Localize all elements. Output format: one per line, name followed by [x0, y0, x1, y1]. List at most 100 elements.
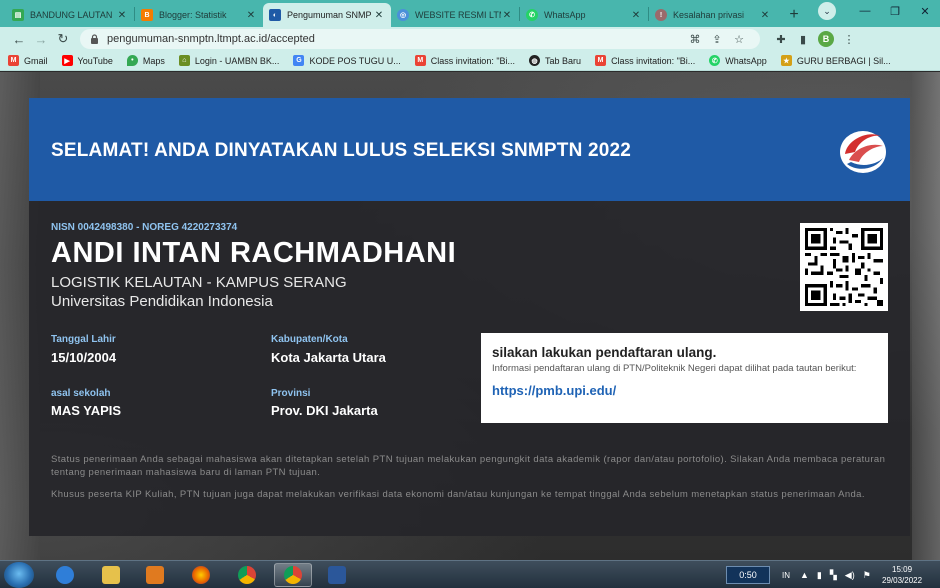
tab-strip: ▤ BANDUNG LAUTAN ✕ B Blogger: Statistik …	[0, 0, 940, 27]
green-sheet-icon: ▤	[12, 9, 24, 21]
address-bar[interactable]: pengumuman-snmptn.ltmpt.ac.id/accepted ⌘…	[80, 29, 760, 49]
result-banner: SELAMAT! ANDA DINYATAKAN LULUS SELEKSI S…	[29, 98, 910, 201]
student-name: ANDI INTAN RACHMADHANI	[51, 237, 457, 269]
bookmark-whatsapp[interactable]: ✆ WhatsApp	[709, 55, 767, 66]
maximize-button[interactable]: ❐	[880, 5, 910, 18]
tab-search-icon[interactable]: ⌄	[818, 2, 836, 20]
tab-3[interactable]: ◎ WEBSITE RESMI LTM ✕	[391, 3, 519, 27]
school-value: MAS YAPIS	[51, 403, 122, 418]
bookmark-kodepos[interactable]: G KODE POS TUGU U...	[293, 55, 401, 66]
new-tab-button[interactable]: +	[783, 4, 805, 26]
warning-icon: !	[655, 9, 667, 21]
bookmark-youtube[interactable]: ▶ YouTube	[61, 55, 113, 66]
bookmark-label: KODE POS TUGU U...	[309, 55, 401, 66]
close-icon[interactable]: ✕	[245, 10, 257, 21]
close-icon[interactable]: ✕	[759, 10, 771, 21]
kip-note: Khusus peserta KIP Kuliah, PTN tujuan ju…	[51, 489, 865, 500]
bookmark-guru-berbagi[interactable]: ★ GURU BERBAGI | Sil...	[780, 55, 891, 66]
url-text: pengumuman-snmptn.ltmpt.ac.id/accepted	[107, 33, 315, 45]
clock-time: 15:09	[892, 565, 913, 574]
battery-icon[interactable]: ▮	[817, 570, 822, 581]
bookmark-label: WhatsApp	[725, 55, 767, 66]
qr-code	[800, 223, 888, 311]
system-tray: 0:50 IN ▲ ▮ ▚ ◀) ⚑	[726, 564, 879, 586]
network-icon[interactable]: ▚	[830, 570, 837, 581]
reload-button[interactable]: ↻	[52, 31, 74, 47]
university-name: Universitas Pendidikan Indonesia	[51, 293, 273, 310]
clock-date: 29/03/2022	[882, 576, 923, 585]
bookmark-maps[interactable]: • Maps	[126, 55, 165, 66]
translate-icon[interactable]: ⌘	[684, 33, 706, 46]
close-icon[interactable]: ✕	[630, 10, 642, 21]
taskbar-word[interactable]	[318, 563, 356, 587]
taskbar-chrome-profile[interactable]	[274, 563, 312, 587]
regency-value: Kota Jakarta Utara	[271, 350, 386, 365]
birth-date-label: Tanggal Lahir	[51, 334, 116, 345]
tab-label: WhatsApp	[544, 10, 586, 20]
omnibox-actions: ⌘ ⇪ ☆	[684, 33, 750, 46]
browser-toolbar: ← → ↻ pengumuman-snmptn.ltmpt.ac.id/acce…	[0, 27, 940, 51]
province-value: Prov. DKI Jakarta	[271, 403, 378, 418]
back-button[interactable]: ←	[8, 32, 30, 47]
media-player-icon	[146, 566, 164, 584]
close-window-button[interactable]: ✕	[910, 5, 940, 18]
volume-icon[interactable]: ◀)	[845, 570, 855, 581]
bookmark-star-icon[interactable]: ☆	[728, 33, 750, 46]
bookmark-label: Tab Baru	[545, 55, 582, 66]
whatsapp-icon: ✆	[709, 55, 721, 66]
guru-berbagi-icon: ★	[780, 55, 792, 66]
bookmark-class-invitation-1[interactable]: M Class invitation: "Bi...	[414, 55, 515, 66]
tab-2[interactable]: ◐ Pengumuman SNMP ✕	[263, 3, 391, 27]
birth-date-value: 15/10/2004	[51, 350, 117, 365]
bookmark-tab-baru[interactable]: ◍ Tab Baru	[529, 55, 581, 66]
tab-label: WEBSITE RESMI LTM	[415, 10, 501, 20]
file-explorer-icon	[102, 566, 120, 584]
toolbar-actions: ✚ ▮ B ⋮	[770, 31, 860, 47]
taskbar-firefox[interactable]	[182, 563, 220, 587]
show-hidden-icons-icon[interactable]: ▲	[800, 570, 809, 580]
taskbar-file-explorer[interactable]	[92, 563, 130, 587]
page-background: SELAMAT! ANDA DINYATAKAN LULUS SELEKSI S…	[0, 72, 940, 560]
bookmark-label: Login - UAMBN BK...	[194, 55, 280, 66]
page-title: SELAMAT! ANDA DINYATAKAN LULUS SELEKSI S…	[51, 140, 632, 161]
bookmark-gmail[interactable]: M Gmail	[8, 55, 48, 66]
lock-icon	[91, 34, 98, 44]
globe-icon: ◎	[397, 9, 409, 21]
menu-icon[interactable]: ⋮	[838, 33, 860, 46]
close-icon[interactable]: ✕	[116, 10, 128, 21]
taskbar-media-player[interactable]	[136, 563, 174, 587]
snmptn-logo-icon	[840, 131, 886, 173]
bookmark-class-invitation-2[interactable]: M Class invitation: "Bi...	[595, 55, 695, 66]
bookmarks-bar: M Gmail ▶ YouTube • Maps ⌂ Login - UAMBN BK.…	[0, 51, 940, 71]
video-timer[interactable]: 0:50	[726, 566, 770, 584]
taskbar-chrome[interactable]	[228, 563, 266, 587]
youtube-icon: ▶	[61, 55, 73, 66]
extensions-icon[interactable]: ✚	[770, 33, 792, 46]
tab-4[interactable]: ✆ WhatsApp ✕	[520, 3, 648, 27]
profile-avatar[interactable]: B	[818, 31, 834, 47]
tab-1[interactable]: B Blogger: Statistik ✕	[135, 3, 263, 27]
registration-ids: NISN 0042498380 - NOREG 4220273374	[51, 222, 238, 233]
blogger-icon: B	[141, 9, 153, 21]
bookmark-label: Maps	[142, 55, 165, 66]
gmail-icon: M	[414, 55, 426, 66]
reregistration-box: silakan lakukan pendaftaran ulang. Infor…	[481, 333, 888, 423]
qr-code-image	[805, 228, 883, 306]
tab-label: Kesalahan privasi	[673, 10, 745, 20]
language-indicator[interactable]: IN	[782, 571, 790, 580]
close-icon[interactable]: ✕	[373, 10, 385, 21]
tab-5[interactable]: ! Kesalahan privasi ✕	[649, 3, 777, 27]
tab-0[interactable]: ▤ BANDUNG LAUTAN ✕	[6, 3, 134, 27]
side-panel-icon[interactable]: ▮	[792, 33, 814, 46]
system-clock[interactable]: 15:09 29/03/2022	[882, 564, 922, 586]
notification-flag-icon[interactable]: ⚑	[863, 570, 871, 581]
taskbar-internet-explorer[interactable]	[46, 563, 84, 587]
close-icon[interactable]: ✕	[501, 10, 513, 21]
reregistration-link[interactable]: https://pmb.upi.edu/	[492, 383, 616, 398]
bookmark-uambn[interactable]: ⌂ Login - UAMBN BK...	[178, 55, 280, 66]
bookmark-label: GURU BERBAGI | Sil...	[796, 55, 891, 66]
forward-button[interactable]: →	[30, 32, 52, 47]
start-button[interactable]	[4, 562, 34, 588]
share-icon[interactable]: ⇪	[706, 33, 728, 46]
minimize-button[interactable]: —	[850, 5, 880, 17]
